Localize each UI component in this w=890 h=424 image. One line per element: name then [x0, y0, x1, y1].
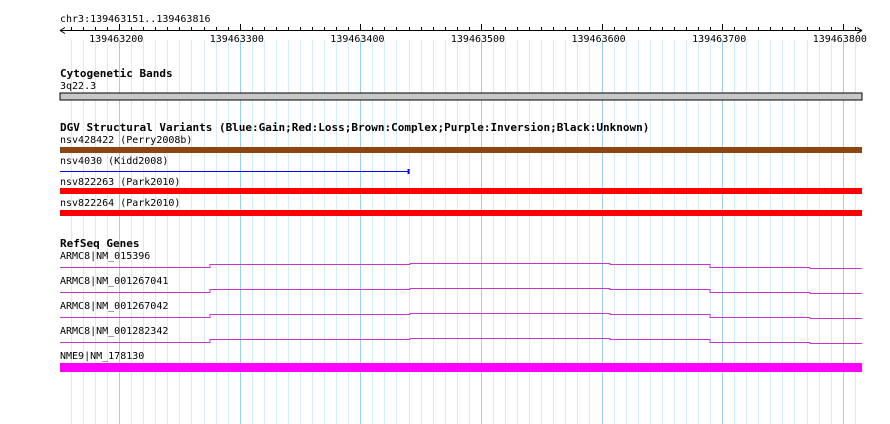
dgv-item-label[interactable]: nsv4030 (Kidd2008) — [60, 156, 168, 167]
dgv-item-label[interactable]: nsv822263 (Park2010) — [60, 177, 180, 188]
ruler-tick-label: 139463400 — [330, 34, 385, 45]
genome-browser-view: chr3:139463151..139463816 139463200 13946… — [0, 0, 890, 424]
gene-label[interactable]: ARMC8|NM_001282342 — [60, 326, 168, 337]
gene-label[interactable]: NME9|NM_178130 — [60, 351, 144, 362]
dgv-variant-bar — [60, 210, 862, 216]
dgv-variant-bar — [60, 147, 862, 153]
dgv-item-label[interactable]: nsv822264 (Park2010) — [60, 198, 180, 209]
gene-label[interactable]: ARMC8|NM_015396 — [60, 251, 150, 262]
ruler-tick-label: 139463800 — [812, 34, 867, 45]
gene-exon-block — [60, 363, 862, 372]
gene-intron-line — [60, 263, 862, 269]
locus-label: chr3:139463151..139463816 — [60, 14, 211, 25]
gene-intron-line — [60, 288, 862, 294]
ruler-tick-label: 139463500 — [450, 34, 506, 45]
cytoband-bar — [59, 92, 863, 101]
cytoband-track-title: Cytogenetic Bands — [60, 67, 173, 80]
dgv-track-title: DGV Structural Variants (Blue:Gain;Red:L… — [60, 121, 650, 134]
gene-intron-line — [60, 313, 862, 319]
ruler-tick-label: 139463600 — [571, 34, 626, 45]
dgv-item-label[interactable]: nsv428422 (Perry2008b) — [60, 135, 192, 146]
ruler-tick-label: 139463700 — [692, 34, 747, 45]
ruler-tick-label: 139463300 — [209, 34, 264, 45]
dgv-variant-bar — [60, 188, 862, 194]
refseq-track-title: RefSeq Genes — [60, 237, 140, 250]
gene-label[interactable]: ARMC8|NM_001267041 — [60, 276, 168, 287]
ruler-tick-label: 139463200 — [89, 34, 144, 45]
cytoband-label: 3q22.3 — [60, 81, 97, 92]
gene-label[interactable]: ARMC8|NM_001267042 — [60, 301, 168, 312]
gene-intron-line — [60, 338, 862, 344]
dgv-variant-end-cap — [407, 169, 410, 174]
